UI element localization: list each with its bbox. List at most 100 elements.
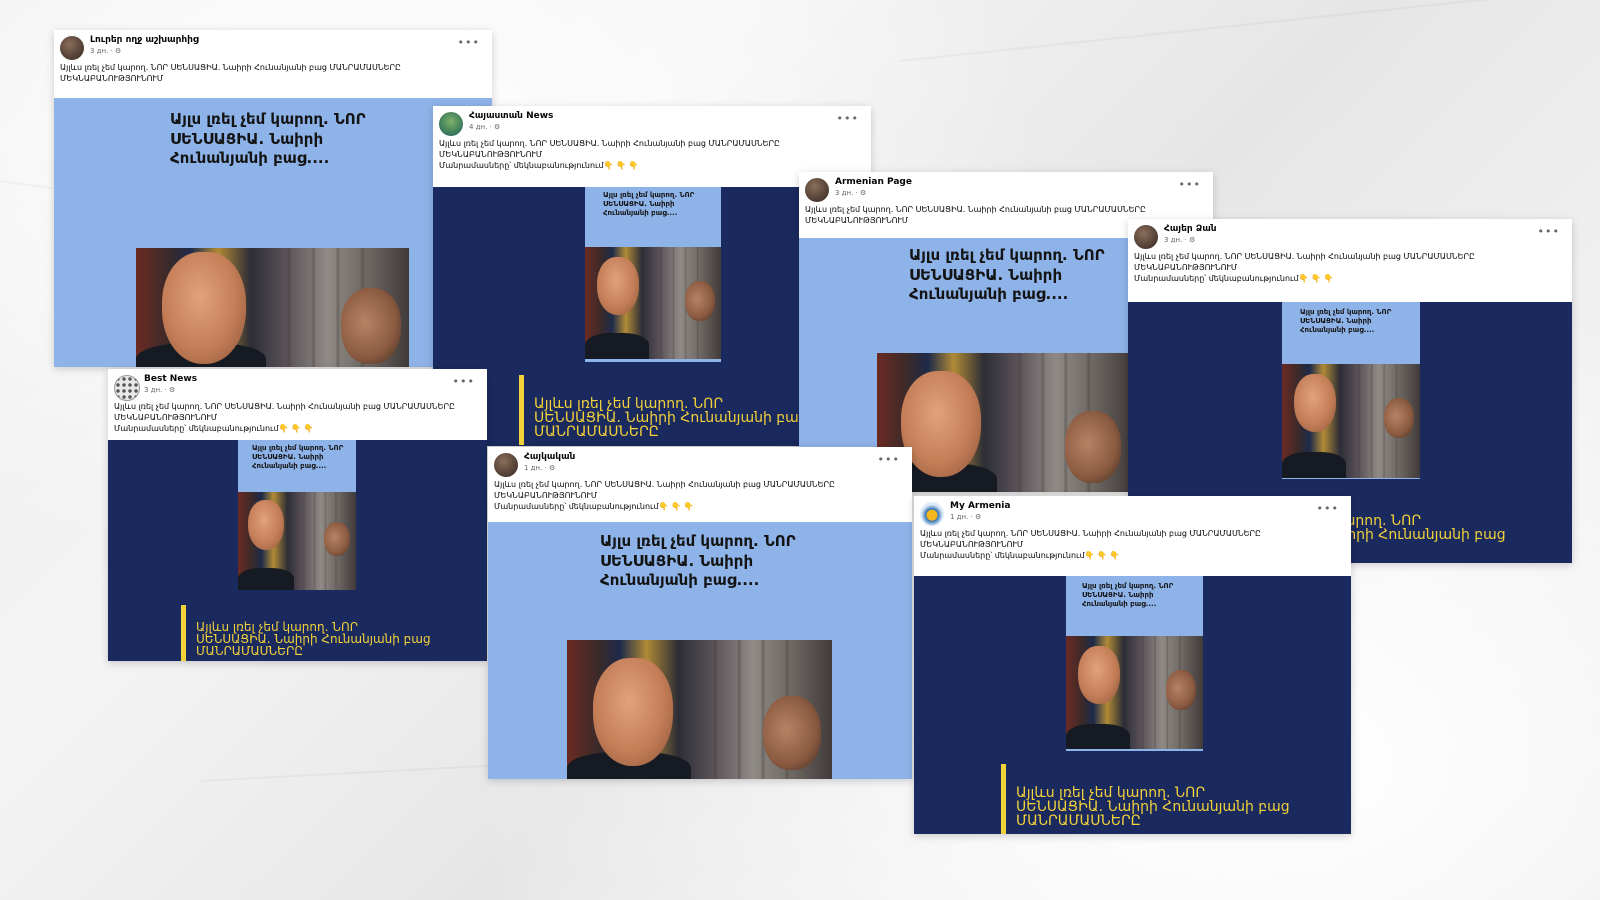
post-image[interactable]: Այլս լռել չեմ կարող. ՆՈՐ ՍԵՆՍԱՑԻԱ. Նաիրի… <box>914 576 1351 834</box>
post-text-line: ՄԵԿՆԱԲԱՆՈՒԹՅՈՒՆՈՒՄ <box>114 413 218 422</box>
inset-headline: Այլս լռել չեմ կարող. ՆՈՐ ՍԵՆՍԱՑԻԱ. Նաիրի… <box>1300 308 1391 334</box>
suit <box>1282 452 1346 478</box>
post-body: Այլևս լռել չեմ կարող. ՆՈՐ ՍԵՆՍԱՑԻԱ. Նաիր… <box>488 477 912 512</box>
post-timestamp[interactable]: 1 дн. · ⚙ <box>950 513 981 521</box>
post-timestamp[interactable]: 3 дн. · ⚙ <box>90 47 121 55</box>
more-options-icon[interactable]: ••• <box>1317 502 1339 515</box>
image-caption: Այլևս լռել չեմ կարող. ՆՈՐ ՍԵՆՍԱՑԻԱ. Նաիր… <box>534 397 808 439</box>
suit <box>585 333 649 359</box>
post-timestamp[interactable]: 1 дн. · ⚙ <box>524 464 555 472</box>
photo-kocharyan <box>1066 636 1203 749</box>
image-headline: Այլս լռել չեմ կարող. ՆՈՐ ՍԵՆՍԱՑԻԱ. Նաիրի… <box>170 110 366 169</box>
post-header: Armenian Page 3 дн. · ⚙ ••• <box>799 172 1213 202</box>
more-options-icon[interactable]: ••• <box>837 112 859 125</box>
inset-line: Այլս լռել չեմ կարող. ՆՈՐ <box>1300 308 1392 316</box>
accent-bar <box>181 605 186 661</box>
photo-kocharyan <box>1282 364 1420 478</box>
inset-line: ՍԵՆՍԱՑԻԱ. Նաիրի <box>252 452 324 461</box>
inset-line: Հունանյանի բաց.... <box>1082 599 1157 608</box>
photo-kocharyan <box>585 247 721 359</box>
caption-line: ՄԱՆՐԱՄԱՍՆԵՐԸ <box>1016 813 1141 829</box>
post-author[interactable]: Հայեր Ձան <box>1164 224 1217 234</box>
post-image[interactable]: Այլս լռել չեմ կարող. ՆՈՐ ՍԵՆՍԱՑԻԱ. Նաիրի… <box>488 522 912 779</box>
headline-line: Հունանյանի բաց.... <box>600 571 760 589</box>
post-text-line: ՄԵԿՆԱԲԱՆՈՒԹՅՈՒՆՈՒՄ <box>439 150 543 159</box>
face <box>763 696 821 770</box>
headline-line: Հունանյանի բաց.... <box>170 149 330 167</box>
post-text-line: Այլևս լռել չեմ կարող. ՆՈՐ ՍԵՆՍԱՑԻԱ. Նաիր… <box>805 205 1146 214</box>
face <box>248 500 284 550</box>
inset-line: ՍԵՆՍԱՑԻԱ. Նաիրի <box>1300 316 1372 325</box>
post-author[interactable]: My Armenia <box>950 501 1010 511</box>
caption-line: Այլևս լռել չեմ կարող. ՆՈՐ <box>1016 785 1206 801</box>
post-author[interactable]: Best News <box>144 374 197 384</box>
caption-line: Այլևս լռել չեմ կարող. ՆՈՐ <box>534 396 724 412</box>
post-text-line: Այլևս լռել չեմ կարող. ՆՈՐ ՍԵՆՍԱՑԻԱ. Նաիր… <box>920 529 1261 538</box>
post-text-line: Այլևս լռել չեմ կարող. ՆՈՐ ՍԵՆՍԱՑԻԱ. Նաիր… <box>494 480 835 489</box>
inset-headline: Այլս լռել չեմ կարող. ՆՈՐ ՍԵՆՍԱՑԻԱ. Նաիրի… <box>252 444 343 470</box>
post-text-line: Այլևս լռել չեմ կարող. ՆՈՐ ՍԵՆՍԱՑԻԱ. Նաիր… <box>1134 252 1475 261</box>
face <box>593 658 673 766</box>
post-header: My Armenia 1 дн. · ⚙ ••• <box>914 496 1351 526</box>
photo-kocharyan <box>567 640 832 779</box>
page-avatar[interactable] <box>114 375 140 401</box>
face <box>1294 374 1336 432</box>
post-header: Հայեր Ձան 3 дн. · ⚙ ••• <box>1128 219 1572 249</box>
post-timestamp[interactable]: 3 дн. · ⚙ <box>1164 236 1195 244</box>
page-avatar[interactable] <box>805 178 829 202</box>
image-inset: Այլս լռել չեմ կարող. ՆՈՐ ՍԵՆՍԱՑԻԱ. Նաիրի… <box>1282 302 1420 479</box>
post-author[interactable]: Հայաստան News <box>469 111 553 121</box>
page-avatar[interactable] <box>1134 225 1158 249</box>
headline-line: Այլս լռել չեմ կարող. ՆՈՐ <box>600 532 796 550</box>
facebook-post-5: Best News 3 дн. · ⚙ ••• Այլևս լռել չեմ կ… <box>108 369 487 661</box>
inset-line: Այլս լռել չեմ կարող. ՆՈՐ <box>252 444 344 452</box>
post-author[interactable]: Հայկական <box>524 452 575 462</box>
more-options-icon[interactable]: ••• <box>1179 178 1201 191</box>
inset-line: Այլս լռել չեմ կարող. ՆՈՐ <box>1082 582 1174 590</box>
post-header: Հայկական 1 дн. · ⚙ ••• <box>488 447 912 477</box>
paper-crease <box>900 0 1596 62</box>
inset-headline: Այլս լռել չեմ կարող. ՆՈՐ ՍԵՆՍԱՑԻԱ. Նաիրի… <box>603 191 694 217</box>
face <box>1166 670 1196 710</box>
caption-line: ՄԱՆՐԱՄԱՍՆԵՐԸ <box>534 424 659 440</box>
photo-kocharyan <box>877 353 1132 492</box>
face <box>901 371 981 477</box>
image-headline: Այլս լռել չեմ կարող. ՆՈՐ ՍԵՆՍԱՑԻԱ. Նաիրի… <box>909 246 1105 305</box>
more-options-icon[interactable]: ••• <box>1538 225 1560 238</box>
post-text-line: Մանրամասները՝ մեկնաբանությունում👇 👇 👇 <box>920 551 1120 560</box>
more-options-icon[interactable]: ••• <box>878 453 900 466</box>
page-avatar[interactable] <box>494 453 518 477</box>
face <box>685 281 715 321</box>
post-image[interactable]: Այլս լռել չեմ կարող. ՆՈՐ ՍԵՆՍԱՑԻԱ. Նաիրի… <box>54 98 492 367</box>
photo-kocharyan <box>238 492 356 590</box>
more-options-icon[interactable]: ••• <box>458 36 480 49</box>
image-headline: Այլս լռել չեմ կարող. ՆՈՐ ՍԵՆՍԱՑԻԱ. Նաիրի… <box>600 532 796 591</box>
accent-bar <box>1001 764 1006 834</box>
post-text-line: ՄԵԿՆԱԲԱՆՈՒԹՅՈՒՆՈՒՄ <box>60 74 164 83</box>
post-body: Այլևս լռել չեմ կարող. ՆՈՐ ՍԵՆՍԱՑԻԱ. Նաիր… <box>433 136 871 171</box>
image-caption: Այլևս լռել չեմ կարող. ՆՈՐ ՍԵՆՍԱՑԻԱ. Նաիր… <box>196 621 431 657</box>
post-text-line: Այլևս լռել չեմ կարող. ՆՈՐ ՍԵՆՍԱՑԻԱ. Նաիր… <box>60 63 401 72</box>
inset-line: Հունանյանի բաց.... <box>252 461 327 470</box>
caption-line: ՍԵՆՍԱՑԻԱ. Նաիրի Հունանյանի բաց <box>1016 799 1290 815</box>
headline-line: Հունանյանի բաց.... <box>909 285 1069 303</box>
page-avatar[interactable] <box>920 502 944 526</box>
post-timestamp[interactable]: 4 дн. · ⚙ <box>469 123 500 131</box>
post-text-line: Այլևս լռել չեմ կարող. ՆՈՐ ՍԵՆՍԱՑԻԱ. Նաիր… <box>439 139 780 148</box>
post-image[interactable]: Այլս լռել չեմ կարող. ՆՈՐ ՍԵՆՍԱՑԻԱ. Նաիրի… <box>108 440 487 661</box>
post-author[interactable]: Armenian Page <box>835 177 912 187</box>
facebook-post-1: Լուրեր ողջ աշխարհից 3 дн. · ⚙ ••• Այլևս … <box>54 30 492 367</box>
headline-line: Այլս լռել չեմ կարող. ՆՈՐ <box>170 110 366 128</box>
more-options-icon[interactable]: ••• <box>453 375 475 388</box>
page-avatar[interactable] <box>439 112 463 136</box>
post-timestamp[interactable]: 3 дн. · ⚙ <box>835 189 866 197</box>
post-timestamp[interactable]: 3 дн. · ⚙ <box>144 386 175 394</box>
page-avatar[interactable] <box>60 36 84 60</box>
inset-headline: Այլս լռել չեմ կարող. ՆՈՐ ՍԵՆՍԱՑԻԱ. Նաիրի… <box>1082 582 1173 608</box>
face <box>341 288 401 364</box>
headline-line: ՍԵՆՍԱՑԻԱ. Նաիրի <box>170 129 324 148</box>
face <box>324 522 350 556</box>
face <box>1078 646 1120 704</box>
caption-line: ՍԵՆՍԱՑԻԱ. Նաիրի Հունանյանի բաց <box>534 410 808 426</box>
post-author[interactable]: Լուրեր ողջ աշխարհից <box>90 35 199 45</box>
